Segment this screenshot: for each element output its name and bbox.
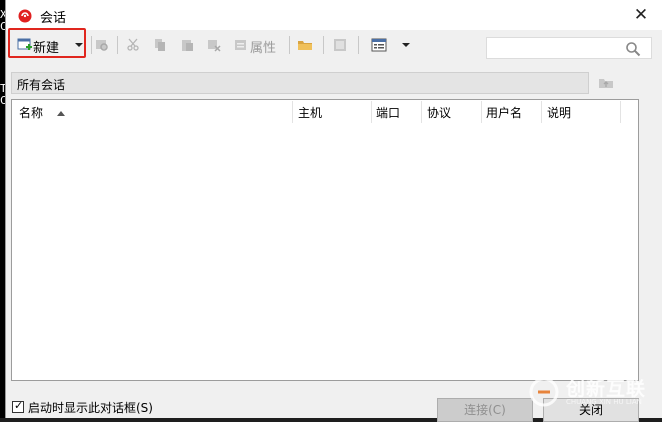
folder-path-text: 所有会话	[17, 78, 66, 92]
column-header-username[interactable]: 用户名	[486, 104, 522, 121]
title-bar: 会话 ✕	[6, 0, 662, 30]
connect-button[interactable]: 连接(C)	[437, 398, 533, 422]
properties-button[interactable]: 属性	[250, 37, 276, 56]
startup-checkbox[interactable]: ✓	[12, 399, 24, 413]
window-close-button[interactable]: ✕	[629, 3, 653, 27]
column-separator[interactable]	[620, 101, 621, 123]
column-separator[interactable]	[371, 101, 372, 123]
session-list[interactable]	[11, 99, 639, 381]
watermark-subtext: CHUANG XIN HU LIAN	[566, 398, 642, 406]
new-session-button[interactable]: 新建	[33, 37, 59, 56]
view-dropdown-arrow-icon[interactable]	[402, 43, 410, 47]
open-session-icon[interactable]	[333, 38, 347, 52]
column-separator[interactable]	[481, 101, 482, 123]
new-dropdown-arrow-icon[interactable]	[75, 43, 83, 47]
toolbar-separator	[117, 36, 118, 54]
app-logo-icon	[18, 9, 32, 23]
column-separator[interactable]	[541, 101, 542, 123]
toolbar-separator	[358, 36, 359, 54]
find-session-icon[interactable]	[95, 38, 109, 52]
column-header-port[interactable]: 端口	[376, 104, 400, 121]
window-title: 会话	[40, 11, 67, 26]
startup-checkbox-label[interactable]: 启动时显示此对话框(S)	[28, 399, 153, 416]
up-folder-icon[interactable]	[598, 76, 614, 90]
delete-icon[interactable]	[207, 38, 221, 52]
view-details-icon[interactable]	[371, 38, 387, 52]
watermark-text: 创新互联	[566, 378, 647, 400]
column-separator[interactable]	[292, 101, 293, 123]
column-header-protocol[interactable]: 协议	[427, 104, 451, 121]
new-session-icon[interactable]	[17, 37, 33, 53]
column-header-name[interactable]: 名称	[19, 104, 43, 121]
properties-icon[interactable]	[234, 38, 248, 52]
search-icon[interactable]	[625, 41, 641, 57]
watermark-logo-icon	[529, 377, 559, 407]
toolbar-separator	[323, 36, 324, 54]
toolbar-separator	[289, 36, 290, 54]
cut-icon[interactable]	[126, 38, 140, 52]
paste-icon[interactable]	[180, 38, 194, 52]
new-folder-icon[interactable]	[297, 38, 313, 52]
column-header-description[interactable]: 说明	[547, 104, 571, 121]
folder-path-bar	[11, 72, 589, 94]
column-header-host[interactable]: 主机	[298, 104, 322, 121]
checkmark-icon: ✓	[14, 399, 24, 412]
column-separator[interactable]	[421, 101, 422, 123]
toolbar-separator	[91, 36, 92, 54]
sort-ascending-icon	[57, 111, 65, 116]
copy-icon[interactable]	[153, 38, 167, 52]
